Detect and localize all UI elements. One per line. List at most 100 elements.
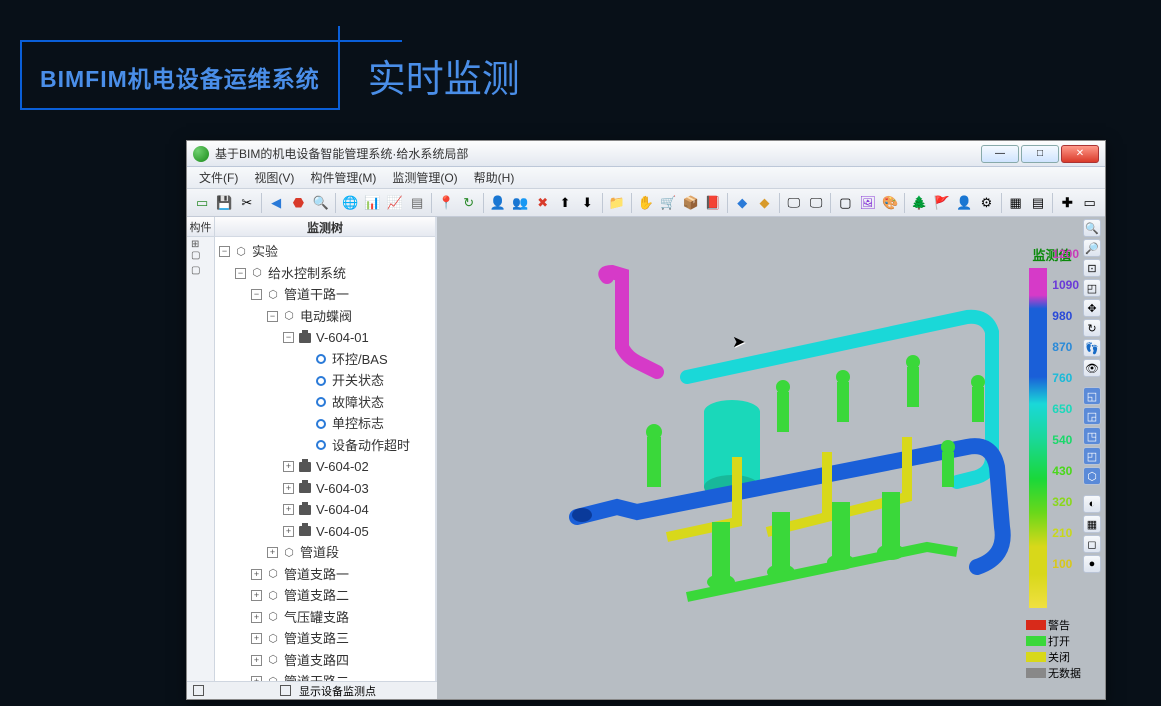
leftcol-row[interactable]: ▢	[187, 263, 214, 278]
grid-icon[interactable]: ▦	[1006, 193, 1024, 213]
cube-icon: ⬡	[266, 632, 280, 646]
orbit-icon[interactable]: ↻	[1083, 319, 1101, 337]
tree-node-v604-02[interactable]: +V-604-02	[283, 456, 433, 478]
tree-node-v604-05[interactable]: +V-604-05	[283, 521, 433, 543]
leftcol-header: 构件	[187, 217, 214, 237]
valve-icon	[298, 524, 312, 538]
checkbox[interactable]	[280, 685, 291, 696]
legend-value: 320	[1052, 495, 1079, 526]
tree-node-branch4[interactable]: +⬡管道支路四	[251, 650, 433, 672]
left-column: 构件 ⊞ ▢ ▢	[187, 217, 215, 699]
layers-icon[interactable]: ▤	[1029, 193, 1047, 213]
leftcol-row[interactable]: ⊞ ▢	[187, 237, 214, 263]
render-icon[interactable]: ●	[1083, 555, 1101, 573]
card-icon[interactable]: ▭	[1080, 193, 1098, 213]
diamond2-icon[interactable]: ◆	[755, 193, 773, 213]
shade-icon[interactable]: ◐	[1083, 495, 1101, 513]
tree-node-v604-01[interactable]: −V-604-01	[283, 327, 433, 349]
chart2-icon[interactable]: 📈	[386, 193, 404, 213]
tree-node-tank[interactable]: +⬡气压罐支路	[251, 607, 433, 629]
tree-node-branch2[interactable]: +⬡管道支路二	[251, 585, 433, 607]
menu-monitor[interactable]: 监测管理(O)	[384, 167, 465, 188]
flag-icon[interactable]: 🚩	[933, 193, 951, 213]
tree-node-v604-04[interactable]: +V-604-04	[283, 499, 433, 521]
zoom-window-icon[interactable]: ◰	[1083, 279, 1101, 297]
zoom-out-icon[interactable]: 🔎	[1083, 239, 1101, 257]
folder-icon[interactable]: 📁	[607, 193, 625, 213]
chart-icon[interactable]: 📊	[363, 193, 381, 213]
zoom-fit-icon[interactable]: ⊡	[1083, 259, 1101, 277]
view-iso-icon[interactable]: ◰	[1083, 447, 1101, 465]
back-icon[interactable]: ◀	[267, 193, 285, 213]
box-icon[interactable]: 📦	[681, 193, 699, 213]
book-icon[interactable]: 📕	[704, 193, 722, 213]
delete-icon[interactable]: ✖	[534, 193, 552, 213]
separator	[602, 193, 603, 213]
tree-node-mainpipe1[interactable]: −⬡管道干路一	[251, 284, 433, 306]
hand-icon[interactable]: ✋	[637, 193, 655, 213]
search-icon[interactable]: 🔍	[312, 193, 330, 213]
tree-node-system[interactable]: −⬡给水控制系统	[235, 263, 433, 285]
tree-node-branch1[interactable]: +⬡管道支路一	[251, 564, 433, 586]
gear-icon[interactable]: ⚙	[977, 193, 995, 213]
view-front-icon[interactable]: ◲	[1083, 407, 1101, 425]
tree-node-root[interactable]: −⬡实验	[219, 241, 433, 263]
menu-file[interactable]: 文件(F)	[191, 167, 246, 188]
down-icon[interactable]: ⬇	[578, 193, 596, 213]
walk-icon[interactable]: 👣	[1083, 339, 1101, 357]
menu-view[interactable]: 视图(V)	[246, 167, 302, 188]
tree-node-segment[interactable]: +⬡管道段	[267, 542, 433, 564]
screen2-icon[interactable]: 🖵	[807, 193, 825, 213]
cut-icon[interactable]: ✂	[238, 193, 256, 213]
cart-icon[interactable]: 🛒	[659, 193, 677, 213]
tree-node-param[interactable]: 单控标志	[299, 413, 433, 435]
window-icon[interactable]: ▢	[836, 193, 854, 213]
open-icon[interactable]: ▭	[193, 193, 211, 213]
screen-icon[interactable]: 🖵	[785, 193, 803, 213]
menu-component[interactable]: 构件管理(M)	[302, 167, 384, 188]
tree-node-param[interactable]: 开关状态	[299, 370, 433, 392]
3d-viewport[interactable]: ➤	[437, 217, 1105, 699]
globe-icon[interactable]: 🌐	[341, 193, 359, 213]
view-side-icon[interactable]: ◳	[1083, 427, 1101, 445]
pic-icon[interactable]: 🖼	[859, 193, 877, 213]
view-persp-icon[interactable]: ⬡	[1083, 467, 1101, 485]
close-button[interactable]: ✕	[1061, 145, 1099, 163]
view-top-icon[interactable]: ◱	[1083, 387, 1101, 405]
tree-node-branch3[interactable]: +⬡管道支路三	[251, 628, 433, 650]
monitor-tree[interactable]: −⬡实验 −⬡给水控制系统 −⬡管道干路一 −⬡电动蝶阀	[215, 237, 435, 699]
maximize-button[interactable]: □	[1021, 145, 1059, 163]
legend-gradient	[1029, 268, 1047, 608]
save-icon[interactable]: 💾	[215, 193, 233, 213]
separator	[261, 193, 262, 213]
minimize-button[interactable]: —	[981, 145, 1019, 163]
menu-help[interactable]: 帮助(H)	[466, 167, 523, 188]
refresh-icon[interactable]: ↻	[460, 193, 478, 213]
tree-node-param[interactable]: 设备动作超时	[299, 435, 433, 457]
checkbox[interactable]	[193, 685, 204, 696]
separator	[779, 193, 780, 213]
stop-icon[interactable]: ⬣	[289, 193, 307, 213]
hidden-icon[interactable]: ◻	[1083, 535, 1101, 553]
diamond-icon[interactable]: ◆	[733, 193, 751, 213]
separator	[830, 193, 831, 213]
tree-node-param[interactable]: 环控/BAS	[299, 349, 433, 371]
pan-icon[interactable]: ✥	[1083, 299, 1101, 317]
legend-value: 430	[1052, 464, 1079, 495]
tree-node-param[interactable]: 故障状态	[299, 392, 433, 414]
up-icon[interactable]: ⬆	[556, 193, 574, 213]
users-icon[interactable]: 👥	[511, 193, 529, 213]
palette-icon[interactable]: 🎨	[881, 193, 899, 213]
plus-icon[interactable]: ✚	[1058, 193, 1076, 213]
zoom-in-icon[interactable]: 🔍	[1083, 219, 1101, 237]
tree-header: 监测树	[215, 217, 435, 237]
wire-icon[interactable]: ▦	[1083, 515, 1101, 533]
tree-node-v604-03[interactable]: +V-604-03	[283, 478, 433, 500]
look-icon[interactable]: 👁	[1083, 359, 1101, 377]
user-icon[interactable]: 👤	[489, 193, 507, 213]
tree-icon[interactable]: 🌲	[910, 193, 928, 213]
list-icon[interactable]: ▤	[408, 193, 426, 213]
pin-icon[interactable]: 📍	[437, 193, 455, 213]
tree-node-valve-group[interactable]: −⬡电动蝶阀	[267, 306, 433, 328]
head-icon[interactable]: 👤	[955, 193, 973, 213]
